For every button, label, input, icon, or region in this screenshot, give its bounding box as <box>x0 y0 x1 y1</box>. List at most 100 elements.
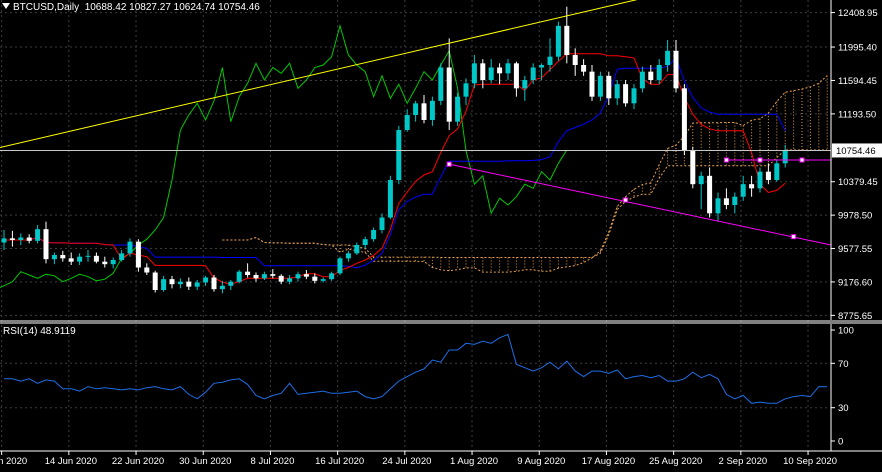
candle-body <box>681 88 687 151</box>
candle-body <box>665 50 671 65</box>
current-price-label: 10754.46 <box>836 146 876 157</box>
candle-body <box>639 71 645 89</box>
candle-body <box>144 267 150 273</box>
y-tick-label: 8775.65 <box>838 311 872 322</box>
candle-body <box>102 261 108 265</box>
candle-body <box>161 279 167 290</box>
candle-body <box>228 281 234 286</box>
candle-body <box>513 63 519 89</box>
y-tick-label: 11995.40 <box>838 43 877 54</box>
candle-body <box>723 198 729 205</box>
candle-body <box>245 271 251 275</box>
candle-body <box>219 285 225 290</box>
candle-body <box>169 279 175 285</box>
candle-body <box>404 115 410 130</box>
x-tick-label: 25 Aug 2020 <box>649 456 702 467</box>
x-tick-label: 8 Jul 2020 <box>251 456 295 467</box>
candle-body <box>446 67 452 122</box>
candle-body <box>698 175 704 185</box>
candle-body <box>488 67 494 80</box>
candle-body <box>320 279 326 281</box>
chart-canvas: 12408.95 11995.40 11594.45 11193.50 10379.45… <box>0 0 882 472</box>
x-tick-label: 24 Jul 2020 <box>382 456 431 467</box>
candle-body <box>329 273 335 280</box>
candle-body <box>211 277 217 290</box>
candle-body <box>421 103 427 120</box>
symbol-label: BTCUSD,Daily <box>13 2 80 13</box>
x-tick-label: 14 Jun 2020 <box>45 456 97 467</box>
candle-body <box>497 67 503 74</box>
trendline-anchor <box>799 157 805 163</box>
candle-body <box>413 103 419 115</box>
candle-body <box>480 63 486 80</box>
candle-body <box>715 198 721 214</box>
candle-body <box>740 184 746 197</box>
candle-body <box>505 63 511 74</box>
y-tick-label: 9978.50 <box>838 211 872 222</box>
candle-body <box>186 281 192 287</box>
trendline-anchor <box>623 197 629 203</box>
candle-body <box>345 253 351 259</box>
x-tick-label: 1 Aug 2020 <box>450 456 498 467</box>
trendline-anchor <box>723 157 729 163</box>
trendline-anchor <box>757 157 763 163</box>
candle-body <box>127 241 133 254</box>
candle-body <box>765 171 771 180</box>
candle-body <box>278 275 284 282</box>
candle-body <box>555 25 561 57</box>
candle-body <box>18 237 24 240</box>
candle-body <box>194 282 200 287</box>
candle-body <box>337 258 343 274</box>
candle-body <box>135 241 141 268</box>
candle-body <box>707 175 713 214</box>
candle-body <box>631 88 637 104</box>
candle-body <box>119 253 125 260</box>
candle-body <box>51 255 57 260</box>
candle-body <box>757 171 763 189</box>
rsi-tick-label: 30 <box>838 403 849 414</box>
candle-body <box>396 130 402 180</box>
candle-body <box>749 184 755 189</box>
y-tick-label: 12408.95 <box>838 8 878 19</box>
candle-body <box>35 229 41 241</box>
candle-body <box>295 274 301 279</box>
candle-body <box>471 63 477 84</box>
y-tick-label: 10379.45 <box>838 177 878 188</box>
candle-body <box>354 245 360 254</box>
candle-body <box>429 100 435 120</box>
candle-body <box>690 150 696 185</box>
candle-body <box>522 80 528 89</box>
x-tick-label: 17 Aug 2020 <box>582 456 635 467</box>
trendline-anchor <box>446 161 452 167</box>
candle-body <box>110 260 116 265</box>
trendline-anchor <box>791 234 797 240</box>
x-tick-label: 30 Jun 2020 <box>179 456 231 467</box>
candle-body <box>177 281 183 285</box>
candle-body <box>253 275 259 279</box>
rsi-tick-label: 100 <box>838 326 854 337</box>
candle-body <box>68 258 74 262</box>
ohlc-values: 10688.42 10827.27 10624.74 10754.46 <box>84 2 260 13</box>
rsi-tick-label: 0 <box>838 437 843 448</box>
candle-body <box>26 237 32 241</box>
candle-body <box>303 274 309 277</box>
candle-body <box>9 238 15 240</box>
candle-body <box>564 25 570 55</box>
candle-body <box>77 256 83 262</box>
candle-body <box>589 71 595 97</box>
dropdown-arrow-icon[interactable] <box>2 3 10 9</box>
candle-body <box>387 180 393 218</box>
candle-body <box>597 75 603 97</box>
candle-body <box>236 271 242 282</box>
y-tick-label: 9577.55 <box>838 244 872 255</box>
candle-body <box>547 56 553 65</box>
candle-body <box>379 217 385 230</box>
x-tick-label: 2 Sep 2020 <box>719 456 768 467</box>
candle-body <box>261 274 267 279</box>
candle-body <box>93 255 99 262</box>
candle-body <box>539 65 545 68</box>
candle-body <box>530 67 536 80</box>
candle-body <box>152 272 158 290</box>
candle-body <box>572 55 578 65</box>
chart-header: BTCUSD,Daily 10688.42 10827.27 10624.74 … <box>2 2 260 13</box>
